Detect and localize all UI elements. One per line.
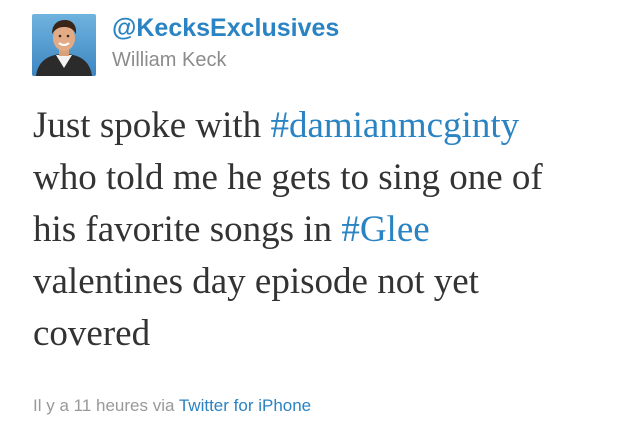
hashtag-link-damianmcginty[interactable]: #damianmcginty — [270, 105, 519, 146]
author-full-name: William Keck — [112, 49, 227, 71]
author-screen-name-link[interactable]: @KecksExclusives — [112, 12, 339, 44]
tweet-text-segment: his favorite songs in — [33, 209, 342, 250]
profile-photo-icon — [32, 14, 96, 76]
tweet-text: Just spoke with #damianmcginty who told m… — [33, 100, 633, 360]
source-link[interactable]: Twitter for iPhone — [179, 396, 311, 415]
hashtag-link-glee[interactable]: #Glee — [341, 209, 429, 250]
tweet-text-segment: who told me he gets to sing one of — [33, 157, 543, 198]
tweet-text-segment: valentines day episode not yet — [33, 261, 479, 302]
tweet-card: @KecksExclusives William Keck Just spoke… — [0, 0, 640, 437]
timestamp-link[interactable]: Il y a 11 heures — [33, 396, 148, 415]
tweet-text-segment: Just spoke with — [33, 105, 271, 146]
tweet-text-segment: covered — [33, 313, 151, 354]
via-label: via — [147, 396, 179, 415]
tweet-meta: Il y a 11 heures via Twitter for iPhone — [33, 395, 311, 417]
avatar[interactable] — [32, 14, 96, 76]
